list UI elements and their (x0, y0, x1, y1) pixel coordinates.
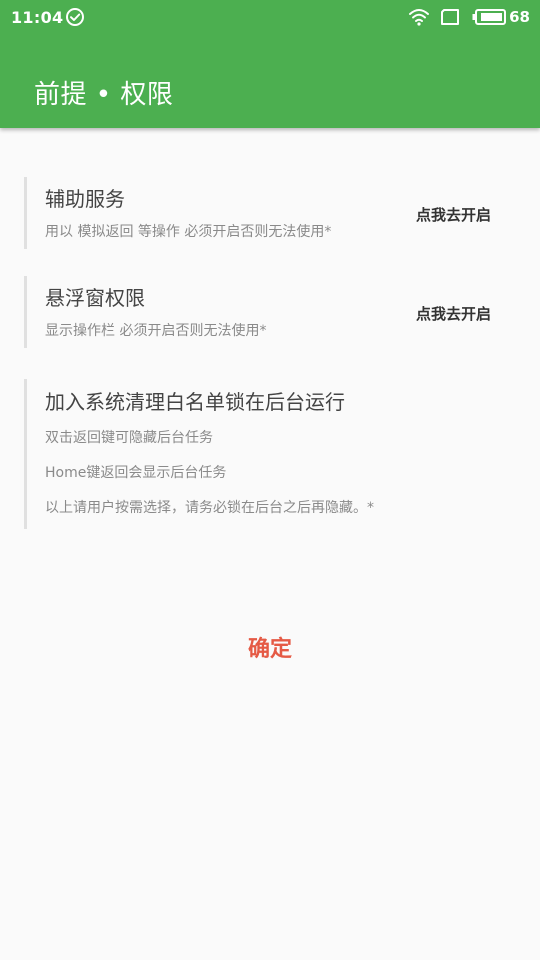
item-description: 以上请用户按需选择，请务必锁在后台之后再隐藏。* (45, 500, 374, 516)
item-title: 加入系统清理白名单锁在后台运行 (45, 390, 345, 414)
battery-level: 68 (509, 8, 530, 26)
item-title: 悬浮窗权限 (45, 286, 145, 310)
enable-accessibility-button[interactable]: 点我去开启 (416, 204, 491, 225)
wifi-icon (409, 9, 430, 26)
item-title: 辅助服务 (45, 187, 125, 211)
whitelist-item: 加入系统清理白名单锁在后台运行 双击返回键可隐藏后台任务 Home键返回会显示后… (24, 379, 516, 529)
item-description: 显示操作栏 必须开启否则无法使用* (45, 323, 267, 339)
item-description: 双击返回键可隐藏后台任务 (45, 430, 213, 446)
app-bar: 11:04 68 前提 • 权限 (0, 0, 540, 128)
check-circle-icon (66, 8, 84, 26)
page-title: 前提 • 权限 (34, 80, 174, 110)
battery-icon (472, 9, 507, 25)
status-bar: 11:04 68 (0, 0, 540, 34)
screen-icon (441, 9, 460, 25)
overlay-permission-item[interactable]: 悬浮窗权限 显示操作栏 必须开启否则无法使用* 点我去开启 (24, 276, 516, 348)
status-time: 11:04 (11, 8, 64, 27)
accessibility-service-item[interactable]: 辅助服务 用以 模拟返回 等操作 必须开启否则无法使用* 点我去开启 (24, 177, 516, 249)
status-icons: 68 (408, 6, 530, 28)
enable-overlay-button[interactable]: 点我去开启 (416, 303, 491, 324)
confirm-button[interactable]: 确定 (220, 632, 320, 668)
item-description: Home键返回会显示后台任务 (45, 465, 227, 481)
item-description: 用以 模拟返回 等操作 必须开启否则无法使用* (45, 224, 332, 240)
